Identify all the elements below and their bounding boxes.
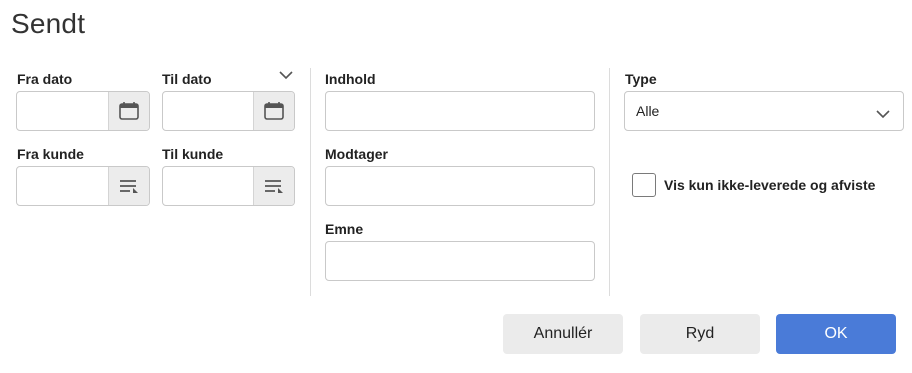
from-customer-label: Fra kunde bbox=[17, 146, 84, 162]
column-divider bbox=[310, 68, 311, 296]
chevron-down-icon[interactable] bbox=[278, 67, 294, 85]
undelivered-only-checkbox[interactable] bbox=[632, 173, 656, 197]
to-customer-label: Til kunde bbox=[162, 146, 224, 162]
column-divider bbox=[609, 68, 610, 296]
from-customer-input[interactable] bbox=[17, 167, 109, 205]
calendar-icon[interactable] bbox=[108, 92, 149, 130]
from-date-field[interactable] bbox=[16, 91, 150, 131]
recipient-field[interactable] bbox=[325, 166, 595, 206]
recipient-label: Modtager bbox=[325, 146, 388, 162]
content-label: Indhold bbox=[325, 71, 376, 87]
ok-button[interactable]: OK bbox=[776, 314, 896, 354]
subject-input[interactable] bbox=[326, 242, 594, 280]
chevron-down-icon bbox=[876, 106, 890, 122]
to-customer-field[interactable] bbox=[162, 166, 295, 206]
to-date-label: Til dato bbox=[162, 71, 212, 87]
type-select-value: Alle bbox=[636, 103, 660, 119]
to-date-field[interactable] bbox=[162, 91, 295, 131]
page-title: Sendt bbox=[11, 8, 86, 39]
content-input[interactable] bbox=[326, 92, 594, 130]
to-customer-input[interactable] bbox=[163, 167, 255, 205]
from-customer-field[interactable] bbox=[16, 166, 150, 206]
type-label: Type bbox=[625, 71, 657, 87]
to-date-input[interactable] bbox=[163, 92, 255, 130]
clear-button[interactable]: Ryd bbox=[640, 314, 760, 354]
cancel-button[interactable]: Annullér bbox=[503, 314, 623, 354]
subject-label: Emne bbox=[325, 221, 364, 237]
content-field[interactable] bbox=[325, 91, 595, 131]
subject-field[interactable] bbox=[325, 241, 595, 281]
calendar-icon[interactable] bbox=[253, 92, 294, 130]
undelivered-only-label: Vis kun ikke-leverede og afviste bbox=[664, 177, 876, 193]
list-lookup-icon[interactable] bbox=[253, 167, 294, 205]
from-date-label: Fra dato bbox=[17, 71, 73, 87]
recipient-input[interactable] bbox=[326, 167, 594, 205]
from-date-input[interactable] bbox=[17, 92, 109, 130]
list-lookup-icon[interactable] bbox=[108, 167, 149, 205]
type-select[interactable]: Alle bbox=[624, 91, 904, 131]
